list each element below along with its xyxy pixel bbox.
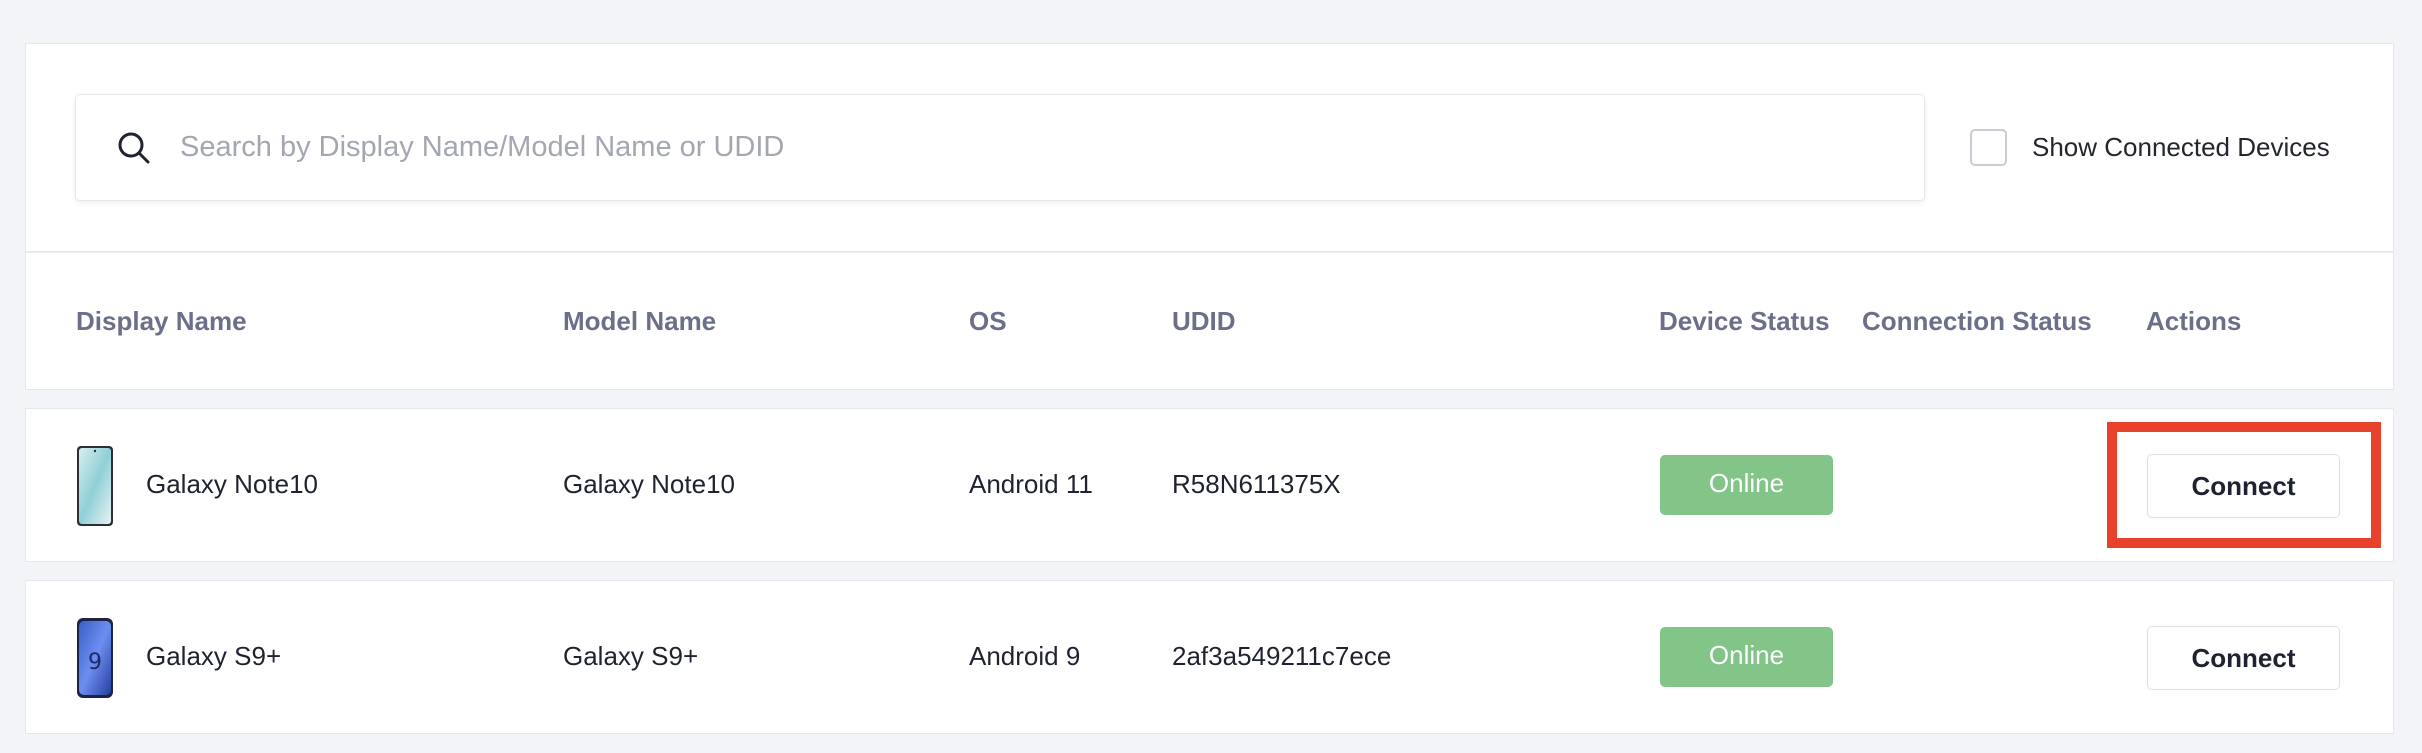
search-input[interactable] <box>180 131 1880 164</box>
udid-cell: 2af3a549211c7ece <box>1172 641 1392 671</box>
connect-button[interactable]: Connect <box>2147 626 2340 690</box>
udid-cell: R58N611375X <box>1172 469 1341 499</box>
search-box[interactable] <box>75 94 1925 201</box>
table-row[interactable]: Galaxy Note10 Galaxy Note10 Android 11 R… <box>25 408 2394 562</box>
show-connected-label: Show Connected Devices <box>2032 132 2330 162</box>
svg-text:9: 9 <box>88 650 102 675</box>
os-cell: Android 9 <box>969 641 1081 671</box>
table-header: Display Name Model Name OS UDID Device S… <box>25 252 2394 390</box>
column-header-actions: Actions <box>2146 306 2242 336</box>
model-name-cell: Galaxy Note10 <box>563 469 735 499</box>
os-cell: Android 11 <box>969 469 1093 499</box>
display-name-cell: Galaxy S9+ <box>146 641 282 671</box>
phone-thumbnail-icon: 9 <box>76 617 114 699</box>
column-header-model-name[interactable]: Model Name <box>563 306 716 337</box>
search-icon <box>114 128 154 168</box>
model-name-cell: Galaxy S9+ <box>563 641 699 671</box>
show-connected-devices-toggle[interactable]: Show Connected Devices <box>1970 129 2330 166</box>
column-header-connection-status[interactable]: Connection Status <box>1862 306 2092 337</box>
column-header-device-status[interactable]: Device Status <box>1659 306 1830 337</box>
show-connected-checkbox[interactable] <box>1970 129 2007 166</box>
column-header-os[interactable]: OS <box>969 306 1007 337</box>
status-badge: Online <box>1660 455 1833 515</box>
search-panel: Show Connected Devices <box>25 43 2394 252</box>
table-row[interactable]: 9 Galaxy S9+ Galaxy S9+ Android 9 2af3a5… <box>25 580 2394 734</box>
column-header-display-name[interactable]: Display Name <box>76 306 247 337</box>
phone-thumbnail-icon <box>76 445 114 527</box>
connect-button[interactable]: Connect <box>2147 454 2340 518</box>
status-badge: Online <box>1660 627 1833 687</box>
display-name-cell: Galaxy Note10 <box>146 469 318 499</box>
column-header-udid[interactable]: UDID <box>1172 306 1236 337</box>
